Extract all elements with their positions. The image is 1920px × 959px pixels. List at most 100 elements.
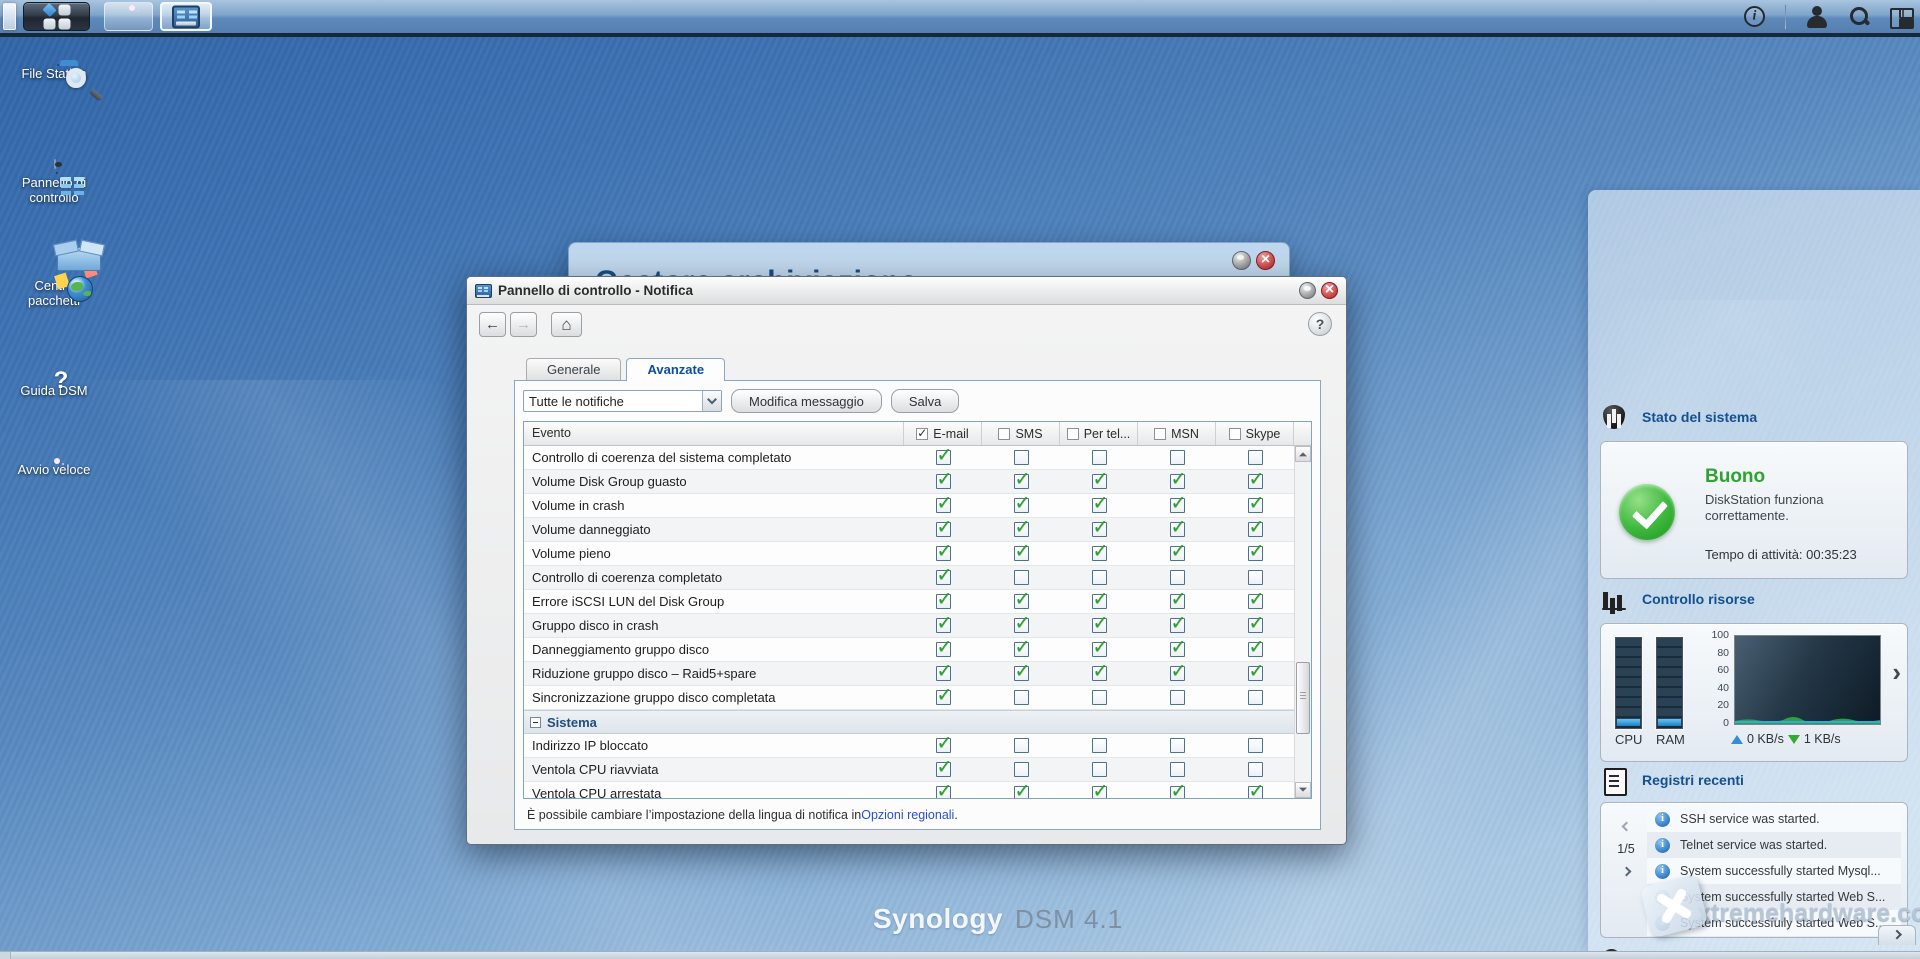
channel-select-all-checkbox[interactable] [1154,427,1167,440]
back-button[interactable]: ← [479,312,506,337]
notification-checkbox[interactable] [1091,690,1107,705]
notification-checkbox[interactable] [1091,570,1107,585]
notification-checkbox[interactable] [1247,570,1263,585]
notification-checkbox[interactable] [935,660,952,683]
sidebar-collapse-tab[interactable] [1878,925,1916,945]
notification-checkbox[interactable] [1247,588,1264,611]
notification-checkbox[interactable] [1013,762,1029,777]
taskbar-control-panel-button[interactable] [160,2,212,31]
notification-checkbox[interactable] [935,588,952,611]
notification-checkbox[interactable] [935,612,952,635]
close-icon[interactable] [1321,282,1338,299]
notification-checkbox[interactable] [1247,636,1264,659]
notification-checkbox[interactable] [1091,540,1108,563]
desktop-icon-control-panel[interactable]: Pannello di controllo [8,159,100,205]
notification-checkbox[interactable] [935,564,952,587]
scroll-up-arrow[interactable] [1295,446,1311,462]
chevron-down-icon[interactable] [702,391,721,411]
notification-checkbox[interactable] [1013,738,1029,753]
event-row[interactable]: Sincronizzazione gruppo disco completata [524,684,1294,710]
notification-checkbox[interactable] [935,756,952,779]
notification-filter-select[interactable]: Tutte le notifiche [523,390,722,412]
notification-checkbox[interactable] [1247,540,1264,563]
event-row[interactable]: Volume in crash [524,492,1294,518]
group-row-sistema[interactable]: Sistema [524,710,1294,734]
close-icon[interactable] [1256,251,1275,270]
user-icon[interactable] [1806,5,1828,28]
notification-checkbox[interactable] [1013,492,1030,515]
notification-checkbox[interactable] [1169,570,1185,585]
minimize-button[interactable] [1232,251,1251,270]
notification-checkbox[interactable] [1013,540,1030,563]
notification-checkbox[interactable] [1091,468,1108,491]
regional-options-link[interactable]: Opzioni regionali [861,808,954,822]
column-header-evento[interactable]: Evento [524,422,904,445]
desktop-icon-file-station[interactable]: File Station [8,60,100,88]
notification-checkbox[interactable] [1247,450,1263,465]
show-desktop-button[interactable] [3,3,16,30]
event-row[interactable]: Danneggiamento gruppo disco [524,636,1294,662]
notification-checkbox[interactable] [1091,612,1108,635]
home-button[interactable]: ⌂ [551,312,582,337]
search-icon[interactable] [1848,6,1870,28]
event-row[interactable]: Volume pieno [524,540,1294,566]
notification-checkbox[interactable] [1169,636,1186,659]
notification-checkbox[interactable] [1013,468,1030,491]
notification-checkbox[interactable] [1013,636,1030,659]
channel-select-all-checkbox[interactable] [998,427,1011,440]
notification-checkbox[interactable] [1247,468,1264,491]
notification-checkbox[interactable] [1091,780,1108,798]
tab-avanzate[interactable]: Avanzate [626,358,726,381]
main-menu-button[interactable] [23,2,90,31]
event-row[interactable]: Ventola CPU riavviata [524,756,1294,782]
channel-select-all-checkbox[interactable] [1228,427,1241,440]
notification-checkbox[interactable] [1013,516,1030,539]
notification-checkbox[interactable] [1091,492,1108,515]
notification-checkbox[interactable] [1247,780,1264,798]
notification-checkbox[interactable] [935,540,952,563]
notification-checkbox[interactable] [935,636,952,659]
notification-checkbox[interactable] [1169,516,1186,539]
event-row[interactable]: Gruppo disco in crash [524,612,1294,638]
notification-checkbox[interactable] [1091,738,1107,753]
save-button[interactable]: Salva [890,389,960,413]
expand-arrow-icon[interactable]: › [1892,659,1901,685]
notification-checkbox[interactable] [1247,762,1263,777]
notification-checkbox[interactable] [935,516,952,539]
notification-checkbox[interactable] [1169,690,1185,705]
notification-checkbox[interactable] [1247,516,1264,539]
scroll-down-arrow[interactable] [1295,782,1311,798]
event-row[interactable]: Errore iSCSI LUN del Disk Group [524,588,1294,614]
edit-message-button[interactable]: Modifica messaggio [731,389,882,413]
notification-checkbox[interactable] [1247,660,1264,683]
notification-checkbox[interactable] [1169,450,1185,465]
notification-checkbox[interactable] [1091,660,1108,683]
notification-checkbox[interactable] [1091,636,1108,659]
notification-checkbox[interactable] [1247,612,1264,635]
notification-checkbox[interactable] [1013,780,1030,798]
event-row[interactable]: Volume Disk Group guasto [524,468,1294,494]
taskbar-quick-start-button[interactable] [104,2,153,31]
dialog-titlebar[interactable]: Pannello di controllo - Notifica [467,277,1346,305]
notification-checkbox[interactable] [1169,612,1186,635]
scrollbar-track[interactable] [1295,462,1311,782]
notification-checkbox[interactable] [1169,540,1186,563]
scrollbar-thumb[interactable] [1296,662,1310,734]
desktop-icon-quick-start[interactable]: Avvio veloce [8,458,100,477]
desktop-icon-package-center[interactable]: Centro pacchetti [8,247,101,308]
notification-checkbox[interactable] [1013,660,1030,683]
notification-checkbox[interactable] [1091,450,1107,465]
notification-checkbox[interactable] [935,684,952,707]
desktop-icon-dsm-help[interactable]: Guida DSM [8,379,100,398]
notification-checkbox[interactable] [1169,660,1186,683]
minimize-button[interactable] [1299,282,1316,299]
notification-checkbox[interactable] [1013,612,1030,635]
notification-checkbox[interactable] [1169,738,1185,753]
notification-checkbox[interactable] [1013,588,1030,611]
event-row[interactable]: Ventola CPU arrestata [524,780,1294,798]
notification-checkbox[interactable] [1091,762,1107,777]
tab-generale[interactable]: Generale [526,358,622,380]
help-button[interactable]: ? [1308,312,1332,336]
event-row[interactable]: Controllo di coerenza completato [524,564,1294,590]
page-down-icon[interactable] [1621,866,1631,877]
